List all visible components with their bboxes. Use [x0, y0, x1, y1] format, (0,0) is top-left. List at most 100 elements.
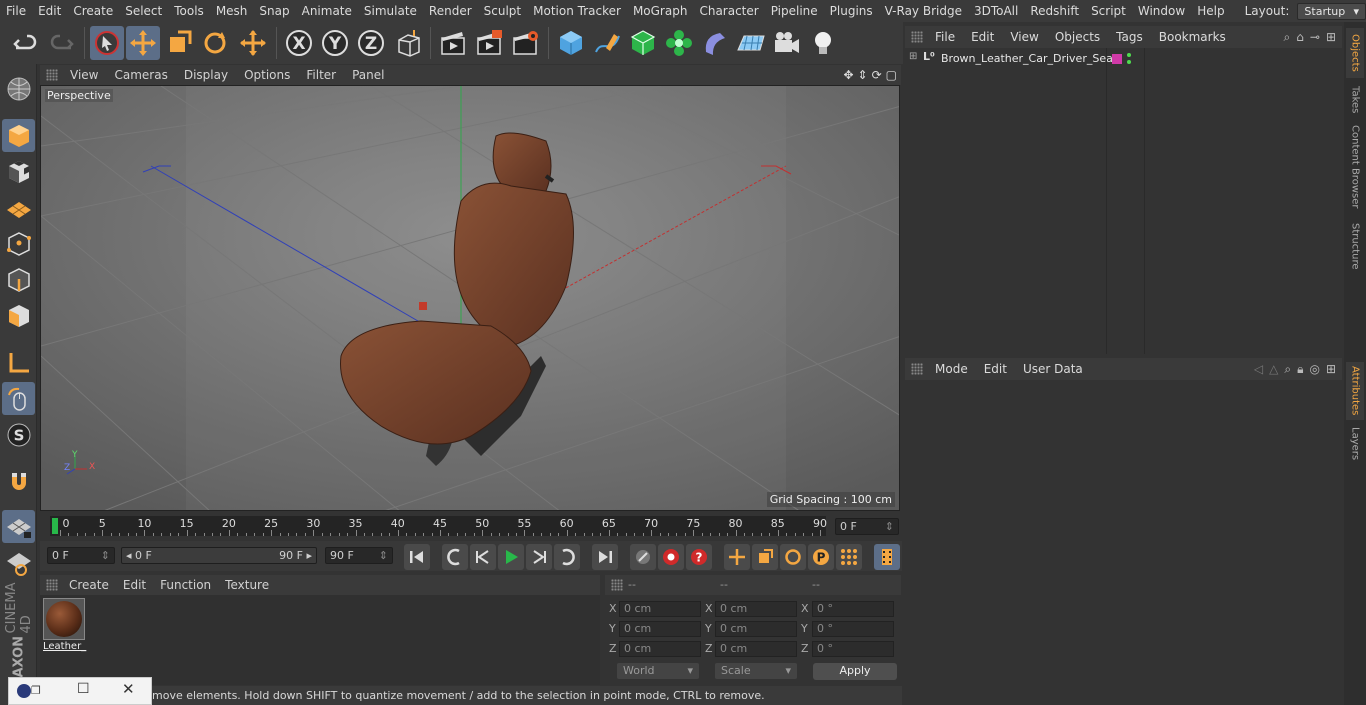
tab-structure[interactable]: Structure	[1346, 218, 1364, 274]
viewport-menu-options[interactable]: Options	[236, 68, 298, 82]
current-frame-field[interactable]: 0 F ⇕	[835, 518, 899, 535]
menu-file[interactable]: File	[0, 0, 32, 22]
keyframe-selection-button[interactable]: ?	[686, 544, 712, 570]
menu-animate[interactable]: Animate	[296, 0, 358, 22]
maximize-view-icon[interactable]: ▢	[886, 68, 897, 82]
search-icon[interactable]: ⌕	[1284, 362, 1291, 377]
key-scale-button[interactable]	[752, 544, 778, 570]
workplane-mode-button[interactable]	[2, 191, 35, 224]
visibility-render-dot[interactable]	[1127, 60, 1131, 64]
apply-button[interactable]: Apply	[813, 663, 897, 680]
dolly-view-icon[interactable]: ⇕	[858, 68, 868, 82]
key-parameter-button[interactable]: P	[808, 544, 834, 570]
menu-vray-bridge[interactable]: V-Ray Bridge	[879, 0, 968, 22]
viewport-menu-filter[interactable]: Filter	[298, 68, 344, 82]
panel-grip-icon[interactable]	[46, 69, 58, 81]
menu-motion-tracker[interactable]: Motion Tracker	[527, 0, 627, 22]
transform-tool-button[interactable]	[236, 26, 270, 60]
scale-mode-select[interactable]: Scale ▾	[715, 663, 797, 679]
rotate-tool-button[interactable]	[198, 26, 232, 60]
home-icon[interactable]: ⌂	[1296, 30, 1304, 45]
points-mode-button[interactable]	[2, 227, 35, 260]
previous-key-button[interactable]	[442, 544, 468, 570]
axis-mode-button[interactable]	[2, 346, 35, 379]
object-menu-tags[interactable]: Tags	[1108, 30, 1151, 44]
go-to-end-button[interactable]	[592, 544, 618, 570]
magnet-button[interactable]	[2, 465, 35, 498]
timeline-ruler[interactable]: 0 5 10 15 20 25 30 35 40 45 50 55 60 65 70 75 80 85 90	[50, 516, 827, 536]
next-frame-button[interactable]	[526, 544, 552, 570]
light-button[interactable]	[806, 26, 840, 60]
live-selection-button[interactable]	[90, 26, 124, 60]
coordinate-system-button[interactable]	[392, 26, 426, 60]
cube-object-button[interactable]	[554, 26, 588, 60]
menu-edit[interactable]: Edit	[32, 0, 67, 22]
size-x-field[interactable]: 0 cm	[715, 601, 797, 617]
visibility-editor-dot[interactable]	[1127, 53, 1131, 57]
attributes-menu-mode[interactable]: Mode	[927, 362, 976, 376]
attributes-menu-user-data[interactable]: User Data	[1015, 362, 1091, 376]
lock-icon[interactable]: 🔒︎	[1297, 362, 1303, 377]
coordinate-mode-select[interactable]: World ▾	[617, 663, 699, 679]
menu-help[interactable]: Help	[1191, 0, 1230, 22]
expand-icon[interactable]: ⊞	[909, 51, 917, 62]
tweak-mode-button[interactable]	[2, 382, 35, 415]
material-menu-create[interactable]: Create	[62, 578, 116, 592]
y-axis-lock-button[interactable]: Y	[318, 26, 352, 60]
tab-objects[interactable]: Objects	[1346, 28, 1364, 78]
menu-create[interactable]: Create	[67, 0, 119, 22]
menu-3dtoall[interactable]: 3DToAll	[968, 0, 1024, 22]
rotation-p-field[interactable]: 0 °	[812, 621, 894, 637]
panel-grip-icon[interactable]	[911, 31, 923, 43]
material-swatch[interactable]: Leather_	[43, 598, 86, 654]
panel-grip-icon[interactable]	[911, 363, 923, 375]
start-frame-field[interactable]: 0 F ⇕	[47, 547, 115, 564]
target-icon[interactable]: ◎	[1309, 362, 1319, 377]
texture-mode-button[interactable]	[2, 155, 35, 188]
restore-window-icon[interactable]: ❐	[31, 684, 41, 697]
key-point-level-button[interactable]	[836, 544, 862, 570]
position-z-field[interactable]: 0 cm	[619, 641, 701, 657]
snapping-button[interactable]: S	[2, 418, 35, 451]
menu-tools[interactable]: Tools	[168, 0, 210, 22]
undo-button[interactable]	[9, 26, 43, 60]
panel-grip-icon[interactable]	[46, 579, 58, 591]
z-axis-lock-button[interactable]: Z	[354, 26, 388, 60]
object-name[interactable]: Brown_Leather_Car_Driver_Seat	[941, 52, 1117, 65]
panel-grip-icon[interactable]	[611, 579, 623, 591]
object-row[interactable]: ⊞ L⁰ Brown_Leather_Car_Driver_Seat	[905, 48, 1342, 354]
menu-redshift[interactable]: Redshift	[1024, 0, 1085, 22]
render-settings-button[interactable]	[508, 26, 542, 60]
viewport-menu-panel[interactable]: Panel	[344, 68, 392, 82]
planar-workplane-button[interactable]	[2, 546, 35, 579]
back-arrow-icon[interactable]: ◁	[1254, 362, 1263, 377]
menu-script[interactable]: Script	[1085, 0, 1132, 22]
menu-sculpt[interactable]: Sculpt	[478, 0, 527, 22]
edges-mode-button[interactable]	[2, 263, 35, 296]
object-menu-bookmarks[interactable]: Bookmarks	[1151, 30, 1234, 44]
search-icon[interactable]: ⌕	[1284, 30, 1291, 45]
link-icon[interactable]: ⊸	[1310, 30, 1320, 45]
go-to-start-button[interactable]	[404, 544, 430, 570]
tab-attributes[interactable]: Attributes	[1346, 362, 1364, 420]
tab-layers[interactable]: Layers	[1346, 424, 1364, 464]
floor-button[interactable]	[734, 26, 768, 60]
material-menu-edit[interactable]: Edit	[116, 578, 153, 592]
menu-window[interactable]: Window	[1132, 0, 1191, 22]
record-active-objects-button[interactable]	[630, 544, 656, 570]
menu-mesh[interactable]: Mesh	[210, 0, 254, 22]
viewport-menu-display[interactable]: Display	[176, 68, 236, 82]
pan-view-icon[interactable]: ✥	[843, 68, 853, 82]
render-to-picture-viewer-button[interactable]	[472, 26, 506, 60]
menu-plugins[interactable]: Plugins	[824, 0, 879, 22]
rotation-b-field[interactable]: 0 °	[812, 641, 894, 657]
deformer-button[interactable]	[698, 26, 732, 60]
viewport-menu-view[interactable]: View	[62, 68, 106, 82]
material-menu-texture[interactable]: Texture	[218, 578, 276, 592]
end-frame-field[interactable]: 90 F ⇕	[325, 547, 393, 564]
menu-pipeline[interactable]: Pipeline	[765, 0, 824, 22]
subdivision-surface-button[interactable]	[626, 26, 660, 60]
move-tool-button[interactable]	[126, 26, 160, 60]
make-editable-button[interactable]	[2, 72, 35, 105]
layer-color-tag[interactable]	[1112, 54, 1122, 64]
